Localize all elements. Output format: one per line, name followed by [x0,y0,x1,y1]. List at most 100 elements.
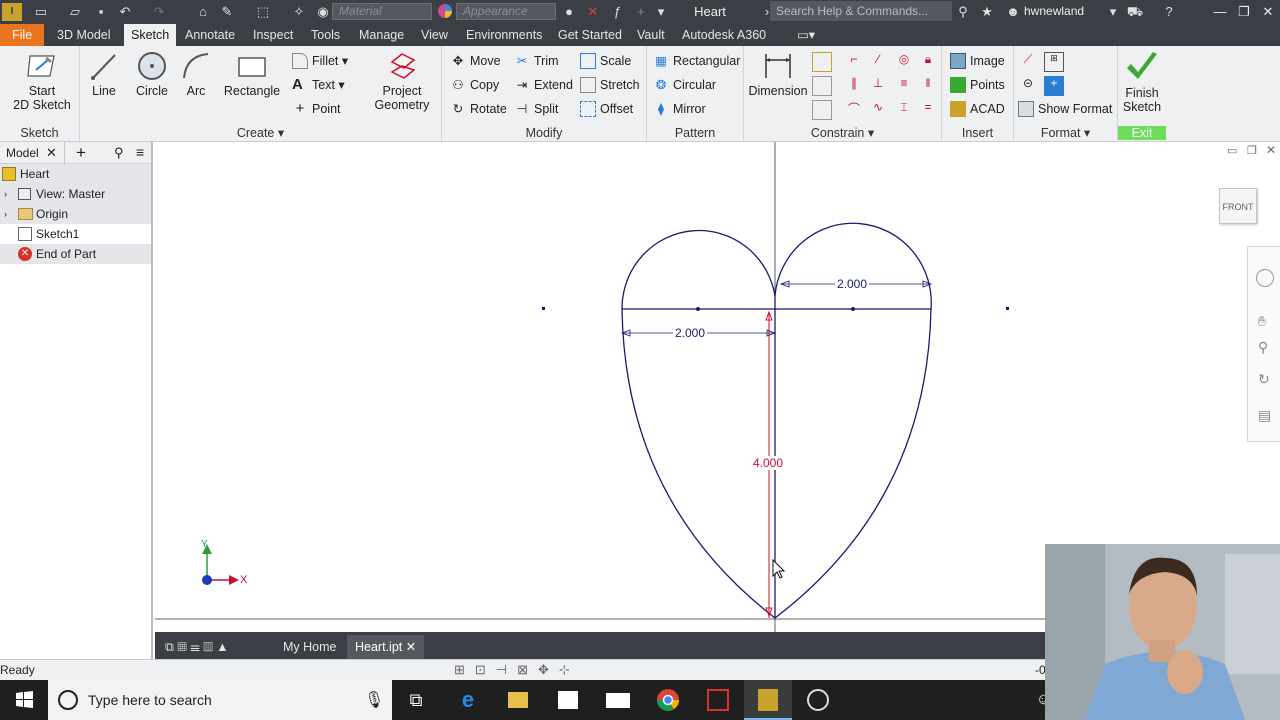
reference-icon[interactable]: ⊞ [1044,52,1064,72]
acad-button[interactable]: ACAD [950,98,1005,120]
text-button[interactable]: A Text ▾ [292,74,345,96]
center-point-icon[interactable]: + [1044,76,1064,96]
expand-icon[interactable]: › [4,204,7,224]
inventor-taskbar-icon[interactable] [744,680,792,720]
project-geometry-button[interactable]: Project Geometry [368,50,436,112]
mirror-button[interactable]: ⧫ Mirror [653,98,706,120]
circular-pattern-button[interactable]: ❂ Circular [653,74,716,96]
tree-item-origin[interactable]: › Origin [0,204,151,224]
obs-icon[interactable] [794,680,842,720]
task-view-icon[interactable]: ⧉ [392,680,440,720]
zoom-icon[interactable]: ⚲ [1258,339,1268,356]
update-icon[interactable]: ✎ [218,3,236,21]
horizontal-icon[interactable]: ≡ [894,76,914,96]
smooth-icon[interactable]: ∿ [868,100,888,120]
store-icon[interactable] [544,680,592,720]
tab-file[interactable]: File [0,24,45,46]
edge-browser-icon[interactable]: e [444,680,492,720]
minimize-icon[interactable]: — [1208,2,1232,22]
split-button[interactable]: ⊣ Split [514,98,559,120]
close-tab-icon[interactable]: ✕ [406,640,416,654]
expand-icon[interactable]: › [4,184,7,204]
home-icon[interactable]: ⌂ [194,3,212,21]
stretch-button[interactable]: Stretch [580,74,640,96]
start-2d-sketch-button[interactable]: Start 2D Sketch [8,50,76,112]
tree-item-sketch1[interactable]: Sketch1 [0,224,151,244]
steering-wheel-icon[interactable] [1256,269,1274,287]
concentric-icon[interactable]: ◎ [894,52,914,72]
cart-icon[interactable]: ⛟ [1126,3,1144,21]
mail-icon[interactable] [594,680,642,720]
microphone-icon[interactable]: 🎙︎ [364,690,384,710]
menu-icon[interactable]: ≡ [136,144,144,160]
offset-button[interactable]: Offset [580,98,633,120]
add-icon[interactable]: + [632,3,650,21]
search-icon[interactable]: ⚲ [114,145,124,161]
show-constraints-icon[interactable] [812,76,832,96]
create-panel-label[interactable]: Create ▾ [80,125,441,140]
coincident-icon[interactable]: ⌐ [844,52,864,72]
canvas-minimize-icon[interactable]: ▭ [1227,144,1237,157]
viewcube[interactable]: FRONT [1219,188,1257,224]
clear-appearance-icon[interactable]: ✕ [584,3,602,21]
tab-manage[interactable]: Manage [352,24,411,46]
finish-sketch-button[interactable]: Finish Sketch [1118,50,1166,114]
file-explorer-icon[interactable] [494,680,542,720]
copy-button[interactable]: ⚇ Copy [450,74,499,96]
tab-3d-model[interactable]: 3D Model [50,24,118,46]
tangent-icon[interactable]: ⌒ [844,100,864,120]
settings-icon[interactable]: ◉ [314,3,332,21]
centerline-icon[interactable]: ⊝ [1018,76,1038,96]
tab-annotate[interactable]: Annotate [178,24,242,46]
fx-icon[interactable]: ƒ [608,3,626,21]
undo-icon[interactable]: ↶ [116,3,134,21]
redo-icon[interactable]: ↷ [150,3,168,21]
fillet-button[interactable]: Fillet ▾ [292,50,348,72]
tab-inspect[interactable]: Inspect [246,24,300,46]
vertical-icon[interactable]: ‖ [918,76,938,96]
format-panel-label[interactable]: Format ▾ [1014,125,1117,140]
constrain-panel-label[interactable]: Constrain ▾ [744,125,941,140]
orbit-icon[interactable]: ↻ [1258,371,1270,388]
tab-heart-ipt[interactable]: Heart.ipt ✕ [347,635,425,659]
arc-button[interactable]: Arc [180,50,212,98]
auto-dimension-icon[interactable] [812,52,832,72]
tab-vault[interactable]: Vault [630,24,672,46]
browser-tab-model[interactable]: Model [6,146,39,160]
save-icon[interactable]: ▪ [92,3,110,21]
constraint-settings-icon[interactable] [812,100,832,120]
parallel-icon[interactable]: ∥ [844,76,864,96]
app-logo-icon[interactable]: I [2,3,22,21]
open-file-icon[interactable]: ▱ [66,3,84,21]
tree-item-heart[interactable]: Heart [0,164,151,184]
dimension-left-width[interactable]: 2.000 [673,326,708,340]
add-browser-icon[interactable]: + [76,142,86,164]
rectangle-button[interactable]: Rectangle [222,50,282,98]
scale-button[interactable]: Scale [580,50,631,72]
tab-sketch[interactable]: Sketch [124,24,177,46]
windows-start-icon[interactable] [0,680,48,720]
look-at-icon[interactable]: ▤ [1258,407,1271,424]
tab-get-started[interactable]: Get Started [551,24,629,46]
image-button[interactable]: Image [950,50,1005,72]
tile-icons[interactable]: ⧉ ▦ ☰ ▥ ▲ [157,635,237,659]
appearance-dropdown[interactable]: Appearance [456,3,556,20]
rotate-button[interactable]: ↻ Rotate [450,98,507,120]
dimension-right-width[interactable]: 2.000 [835,277,870,291]
point-button[interactable]: + Point [292,98,341,120]
tree-item-view-master[interactable]: › View: Master [0,184,151,204]
tab-environments[interactable]: Environments [459,24,549,46]
pan-hand-icon[interactable]: ✋︎ [1258,313,1266,330]
adjust-appearance-icon[interactable]: ● [560,3,578,21]
perpendicular-icon[interactable]: ⊥ [868,76,888,96]
collinear-icon[interactable]: ⁄ [868,52,888,72]
material-dropdown[interactable]: Material [332,3,432,20]
help-search-input[interactable]: Search Help & Commands... [770,1,952,21]
chrome-icon[interactable] [644,680,692,720]
tab-autodesk-a360[interactable]: Autodesk A360 [675,24,773,46]
user-icon[interactable]: ☻ [1004,3,1022,21]
acrobat-icon[interactable] [694,680,742,720]
select-icon[interactable]: ⬚ [254,3,272,21]
show-format-button[interactable]: Show Format [1018,98,1112,120]
symmetric-icon[interactable]: ⌶ [894,100,914,120]
